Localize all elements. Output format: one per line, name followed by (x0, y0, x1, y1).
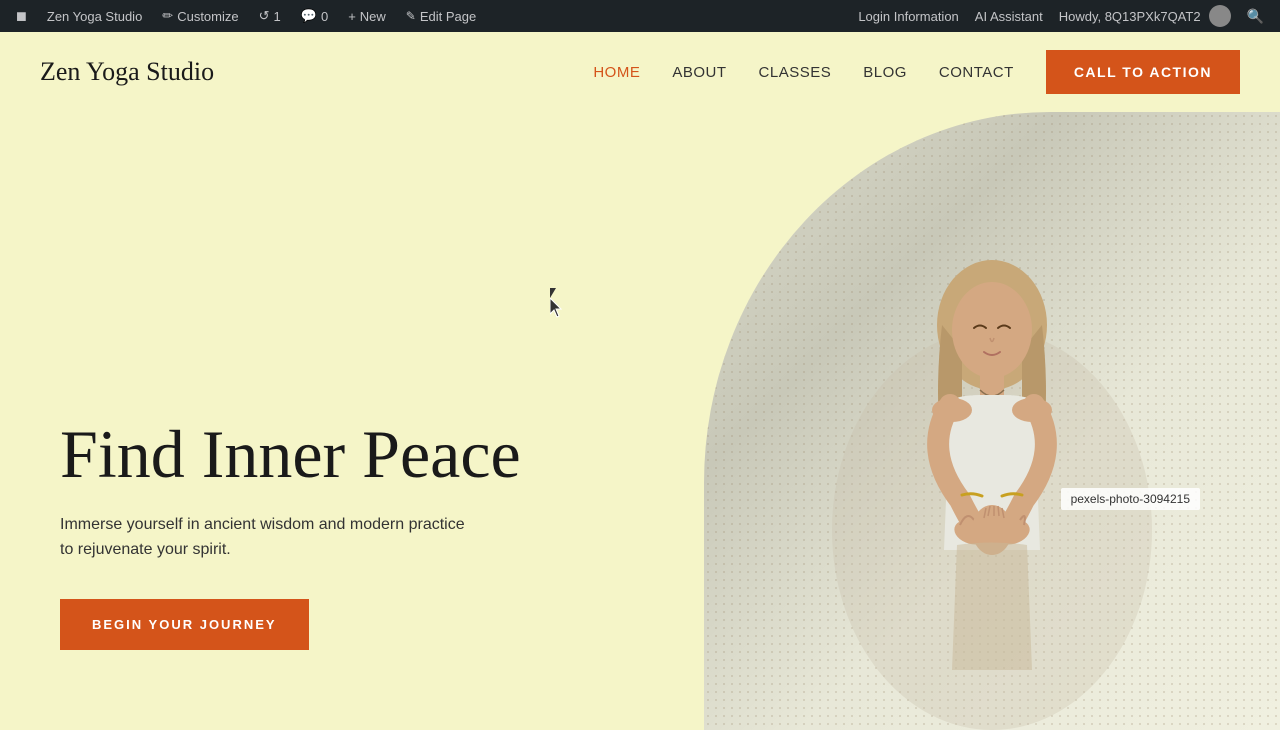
admin-bar: ■ Zen Yoga Studio ✏ Customize ↺ 1 💬 0 + … (0, 0, 1280, 32)
hero-image-bg: pexels-photo-3094215 (704, 112, 1280, 730)
site-header: Zen Yoga Studio HOME ABOUT CLASSES BLOG … (0, 32, 1280, 112)
login-info-label: Login Information (858, 9, 958, 24)
search-button[interactable]: 🔍 (1239, 8, 1272, 25)
hero-subtitle: Immerse yourself in ancient wisdom and m… (60, 512, 480, 563)
comments-icon: 💬 (301, 8, 317, 24)
site-name-label: Zen Yoga Studio (47, 9, 142, 24)
photo-label: pexels-photo-3094215 (1061, 488, 1200, 510)
search-icon: 🔍 (1247, 8, 1264, 25)
admin-bar-right: Login Information AI Assistant Howdy, 8Q… (850, 5, 1272, 27)
edit-page-label: Edit Page (420, 9, 476, 24)
new-content-button[interactable]: + New (340, 0, 394, 32)
nav-blog[interactable]: BLOG (863, 64, 907, 81)
comments-label: 0 (321, 9, 328, 24)
howdy-button[interactable]: Howdy, 8Q13PXk7QAT2 (1051, 5, 1239, 27)
customize-button[interactable]: ✏ Customize (154, 0, 246, 32)
hero-image-area: pexels-photo-3094215 (704, 112, 1280, 730)
customize-label: Customize (177, 9, 238, 24)
cursor (550, 288, 564, 308)
new-label: New (360, 9, 386, 24)
hero-title: Find Inner Peace (60, 417, 644, 492)
hero-left: Find Inner Peace Immerse yourself in anc… (0, 112, 704, 730)
wp-logo-button[interactable]: ■ (8, 0, 35, 32)
nav-home[interactable]: HOME (593, 64, 640, 81)
comments-button[interactable]: 💬 0 (293, 0, 336, 32)
header-cta-button[interactable]: CALL TO ACTION (1046, 50, 1240, 94)
wp-icon: ■ (16, 6, 27, 27)
nav-about[interactable]: ABOUT (672, 64, 726, 81)
customize-icon: ✏ (162, 8, 173, 24)
revisions-icon: ↺ (259, 8, 270, 24)
yoga-person-illustration (802, 210, 1182, 730)
plus-icon: + (348, 9, 356, 24)
site-logo[interactable]: Zen Yoga Studio (40, 57, 214, 87)
revisions-label: 1 (274, 9, 281, 24)
nav-contact[interactable]: CONTACT (939, 64, 1014, 81)
ai-assistant-button[interactable]: AI Assistant (967, 9, 1051, 24)
ai-assistant-label: AI Assistant (975, 9, 1043, 24)
revisions-button[interactable]: ↺ 1 (251, 0, 289, 32)
hero-cta-button[interactable]: BEGIN YOUR JOURNEY (60, 599, 309, 650)
nav-classes[interactable]: CLASSES (759, 64, 832, 81)
site-name-button[interactable]: Zen Yoga Studio (39, 0, 150, 32)
site-nav: HOME ABOUT CLASSES BLOG CONTACT CALL TO … (593, 50, 1240, 94)
edit-icon: ✎ (406, 9, 416, 23)
howdy-label: Howdy, 8Q13PXk7QAT2 (1059, 9, 1201, 24)
hero-section: Find Inner Peace Immerse yourself in anc… (0, 112, 1280, 730)
login-info-button[interactable]: Login Information (850, 9, 966, 24)
edit-page-button[interactable]: ✎ Edit Page (398, 0, 484, 32)
user-avatar (1209, 5, 1231, 27)
